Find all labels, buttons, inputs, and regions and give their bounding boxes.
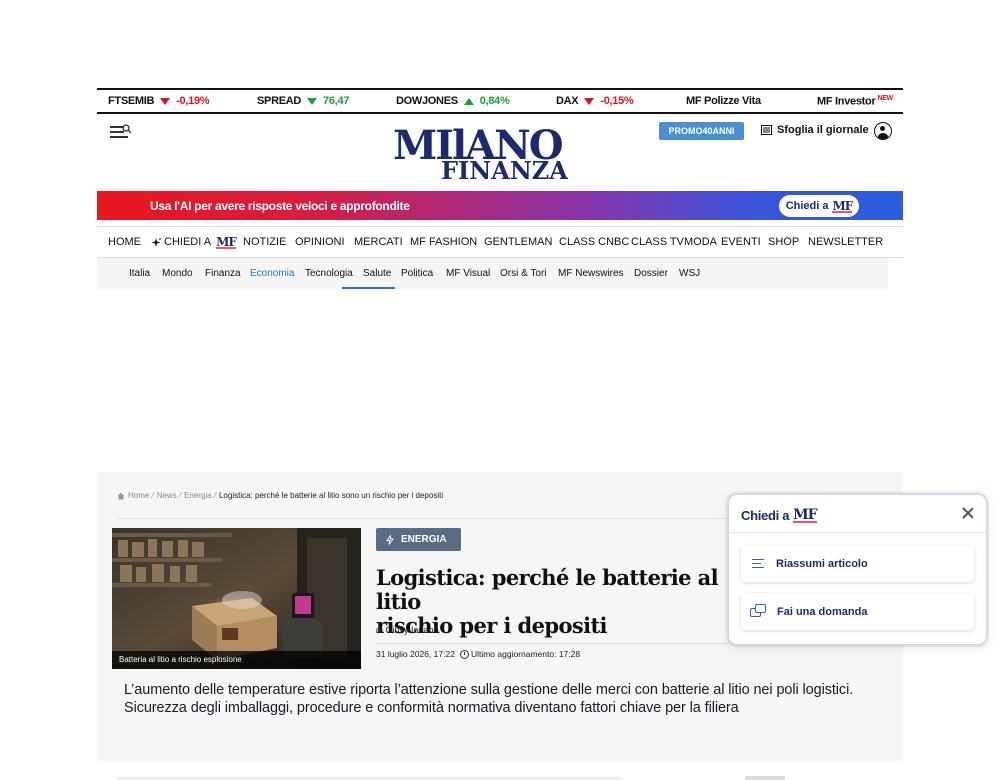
breadcrumb-separator-icon: ⁄ xyxy=(179,491,182,500)
home-icon xyxy=(117,492,125,499)
chiedi-a-mf-panel: Chiedi a MF Riassumi articolo Fai una do… xyxy=(728,494,987,645)
arrow-up-icon xyxy=(463,97,474,105)
sfoglia-giornale-link[interactable]: Sfoglia il giornale xyxy=(761,124,869,136)
newspaper-icon xyxy=(761,125,772,135)
breadcrumb-news[interactable]: News xyxy=(157,491,177,500)
nav-notizie[interactable]: NOTIZIE xyxy=(243,236,286,248)
nav-chiedi-a-mf[interactable]: CHIEDI A MF xyxy=(151,235,237,249)
chiedi-a-mf-button[interactable]: Chiedi a MF xyxy=(779,195,859,217)
subnav-tecnologia[interactable]: Tecnologia xyxy=(305,268,353,279)
active-tab-indicator xyxy=(342,287,395,289)
subnav-wsj[interactable]: WSJ xyxy=(679,268,700,279)
breadcrumb-energia[interactable]: Energia xyxy=(184,491,212,500)
summarize-icon xyxy=(750,556,766,572)
subnav-dossier[interactable]: Dossier xyxy=(634,268,668,279)
mf-logo-icon: MF xyxy=(216,235,237,249)
mf-investor-link[interactable]: MF Investor NEW xyxy=(817,95,893,108)
nav-class-tvmoda[interactable]: CLASS TVMODA xyxy=(631,236,717,248)
panel-title: Chiedi a MF xyxy=(741,507,818,523)
arrow-down-icon xyxy=(307,97,318,105)
nav-gentleman[interactable]: GENTLEMAN xyxy=(484,236,552,248)
article-summary: L’aumento delle temperature estive ripor… xyxy=(124,682,854,716)
ticker-spread[interactable]: SPREAD 76,47 xyxy=(257,95,349,107)
lightning-icon xyxy=(386,534,394,545)
subnav-mf-newswires[interactable]: MF Newswires xyxy=(558,268,624,279)
ask-question-button[interactable]: Fai una domanda xyxy=(741,593,974,630)
subnav-orsi-tori[interactable]: Orsi & Tori xyxy=(500,268,547,279)
arrow-down-icon xyxy=(584,97,595,105)
ticker-ftsemib[interactable]: FTSEMIB -0,19% xyxy=(108,95,210,107)
ticker-dax[interactable]: DAX -0,15% xyxy=(556,95,634,107)
article-dates: 31 luglio 2026, 17:22 Ultimo aggiornamen… xyxy=(376,649,580,659)
summarize-article-button[interactable]: Riassumi articolo xyxy=(741,545,974,582)
nav-shop[interactable]: SHOP xyxy=(768,236,799,248)
mf-logo-icon: MF xyxy=(832,199,853,213)
chat-bubbles-icon xyxy=(750,604,767,619)
updated-date: Ultimo aggiornamento: 17:28 xyxy=(470,649,581,659)
promo-button[interactable]: PROMO40ANNI xyxy=(659,122,744,140)
divider xyxy=(117,518,727,519)
user-account-icon[interactable] xyxy=(874,122,892,140)
nav-mercati[interactable]: MERCATI xyxy=(354,236,403,248)
clock-icon xyxy=(459,649,469,659)
nav-newsletter[interactable]: NEWSLETTER xyxy=(808,236,883,248)
warehouse-battery-photo xyxy=(112,528,361,669)
subnav-mondo[interactable]: Mondo xyxy=(162,268,193,279)
mf-logo-icon: MF xyxy=(793,507,818,523)
market-ticker: FTSEMIB -0,19% SPREAD 76,47 DOWJONES 0,8… xyxy=(97,88,903,114)
sub-navigation: Italia Mondo Finanza Economia Tecnologia… xyxy=(97,258,888,289)
ticker-dowjones[interactable]: DOWJONES 0,84% xyxy=(396,95,510,107)
published-date: 31 luglio 2026, 17:22 xyxy=(376,649,455,659)
breadcrumb-separator-icon: ⁄ xyxy=(152,491,154,500)
subnav-salute[interactable]: Salute xyxy=(363,268,391,279)
sparkle-icon xyxy=(151,237,162,247)
new-badge: NEW xyxy=(877,94,893,102)
nav-home[interactable]: HOME xyxy=(108,236,141,248)
divider xyxy=(745,776,785,780)
image-caption: Batteria al litio a rischio esplosione xyxy=(112,651,361,669)
breadcrumb: Home ⁄ News ⁄ Energia ⁄ Logistica: perch… xyxy=(117,491,443,500)
milano-finanza-logo[interactable]: MIlANO FINANZA xyxy=(393,122,575,186)
ai-banner-text: Usa l'AI per avere risposte veloci e app… xyxy=(150,198,410,213)
menu-search-icon[interactable] xyxy=(110,124,132,140)
close-icon[interactable] xyxy=(961,506,975,520)
main-navigation: HOME CHIEDI A MF NOTIZIE OPINIONI MERCAT… xyxy=(97,226,903,258)
mf-polizze-vita-link[interactable]: MF Polizze Vita xyxy=(686,95,761,107)
panel-header: Chiedi a MF xyxy=(729,495,986,533)
category-tag[interactable]: ENERGIA xyxy=(376,528,461,551)
byline: di Giusy Iorlano xyxy=(376,625,439,635)
subnav-economia[interactable]: Economia xyxy=(250,268,294,279)
nav-class-cnbc[interactable]: CLASS CNBC xyxy=(559,236,629,248)
subnav-mf-visual[interactable]: MF Visual xyxy=(446,268,490,279)
breadcrumb-separator-icon: ⁄ xyxy=(214,491,216,500)
breadcrumb-current: Logistica: perché le batterie al litio s… xyxy=(218,491,444,500)
arrow-down-icon xyxy=(160,97,171,105)
breadcrumb-home[interactable]: Home xyxy=(128,491,149,500)
nav-eventi[interactable]: EVENTI xyxy=(721,236,761,248)
nav-mf-fashion[interactable]: MF FASHION xyxy=(410,236,477,248)
subnav-finanza[interactable]: Finanza xyxy=(205,268,241,279)
divider xyxy=(376,643,731,644)
nav-opinioni[interactable]: OPINIONI xyxy=(295,236,345,248)
article-hero-image[interactable]: Batteria al litio a rischio esplosione xyxy=(112,528,361,669)
subnav-politica[interactable]: Politica xyxy=(401,268,433,279)
subnav-italia[interactable]: Italia xyxy=(129,268,150,279)
